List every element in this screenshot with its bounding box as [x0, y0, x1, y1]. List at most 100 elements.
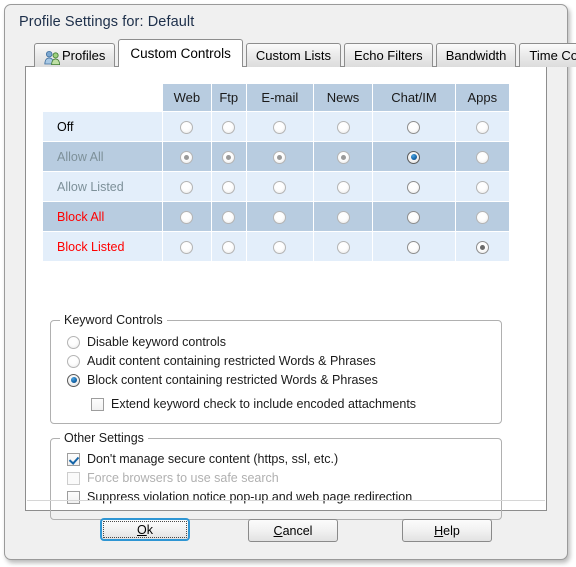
radio-button[interactable]: [273, 120, 287, 134]
matrix-row-label: Allow Listed: [42, 171, 163, 202]
matrix-cell-news[interactable]: [312, 111, 374, 142]
ok-button-label: Ok: [137, 522, 153, 537]
radio-button[interactable]: [475, 210, 489, 224]
matrix-cell-e-mail[interactable]: [245, 171, 314, 202]
keyword-option-2[interactable]: Block content containing restricted Word…: [67, 373, 378, 387]
help-button-label: Help: [434, 523, 460, 538]
radio-button[interactable]: [67, 373, 80, 387]
radio-button[interactable]: [336, 210, 350, 224]
ok-button[interactable]: Ok: [100, 518, 190, 541]
radio-button[interactable]: [336, 180, 350, 194]
checkbox[interactable]: [67, 452, 80, 466]
tab-panel-custom-controls: Web Ftp E-mail News Chat/IM Apps Off Allow All…: [25, 66, 547, 520]
matrix-cell-chat-im[interactable]: [372, 141, 456, 172]
tab-bandwidth[interactable]: Bandwidth: [435, 43, 517, 67]
keyword-controls-title: Keyword Controls: [60, 313, 167, 327]
matrix-cell-web[interactable]: [162, 231, 212, 262]
keyword-option-1[interactable]: Audit content containing restricted Word…: [67, 354, 376, 368]
radio-button[interactable]: [180, 150, 194, 164]
radio-button[interactable]: [222, 240, 236, 254]
radio-button[interactable]: [273, 150, 287, 164]
radio-button[interactable]: [180, 210, 194, 224]
matrix-cell-chat-im[interactable]: [372, 201, 456, 232]
matrix-cell-news[interactable]: [312, 231, 374, 262]
radio-button[interactable]: [407, 120, 421, 134]
matrix-cell-e-mail[interactable]: [245, 141, 314, 172]
matrix-cell-ftp[interactable]: [210, 201, 247, 232]
matrix-cell-chat-im[interactable]: [372, 111, 456, 142]
matrix-cell-e-mail[interactable]: [245, 111, 314, 142]
other-setting-0[interactable]: Don't manage secure content (https, ssl,…: [67, 452, 338, 466]
radio-button[interactable]: [222, 150, 236, 164]
tab-echo-filters[interactable]: Echo Filters: [344, 43, 433, 67]
radio-button[interactable]: [407, 240, 421, 254]
matrix-cell-e-mail[interactable]: [245, 231, 314, 262]
radio-button[interactable]: [180, 120, 194, 134]
matrix-cell-web[interactable]: [162, 141, 212, 172]
matrix-cell-ftp[interactable]: [210, 141, 247, 172]
radio-button[interactable]: [67, 335, 80, 349]
matrix-cell-web[interactable]: [162, 171, 212, 202]
radio-button[interactable]: [407, 210, 421, 224]
panel-divider: [27, 500, 545, 501]
option-label: Suppress violation notice pop-up and web…: [87, 490, 413, 504]
matrix-column-header: Chat/IM: [372, 83, 456, 112]
other-setting-2[interactable]: Suppress violation notice pop-up and web…: [67, 490, 412, 504]
tab-label: Profiles: [62, 47, 106, 63]
radio-button[interactable]: [273, 210, 287, 224]
radio-button[interactable]: [180, 180, 194, 194]
matrix-cell-chat-im[interactable]: [372, 171, 456, 202]
help-button[interactable]: Help: [402, 519, 492, 542]
matrix-cell-apps[interactable]: [454, 231, 511, 262]
tab-custom-controls[interactable]: Custom Controls: [118, 39, 243, 68]
matrix-cell-news[interactable]: [312, 171, 374, 202]
radio-button[interactable]: [336, 240, 350, 254]
matrix-body: Off Allow All Allow Listed Block All Block L…: [42, 111, 511, 262]
checkbox[interactable]: [91, 397, 104, 411]
keyword-option-0[interactable]: Disable keyword controls: [67, 335, 226, 349]
other-settings-group: Other Settings Don't manage secure conte…: [50, 431, 502, 520]
matrix-cell-e-mail[interactable]: [245, 201, 314, 232]
matrix-corner-cell: [42, 83, 163, 112]
radio-button[interactable]: [180, 240, 194, 254]
radio-button[interactable]: [407, 150, 421, 164]
radio-button[interactable]: [475, 120, 489, 134]
tab-profiles[interactable]: Profiles: [34, 43, 116, 67]
tab-custom-lists[interactable]: Custom Lists: [245, 43, 342, 67]
radio-button[interactable]: [475, 150, 489, 164]
matrix-cell-news[interactable]: [312, 141, 374, 172]
extend-keyword-check-option[interactable]: Extend keyword check to include encoded …: [91, 397, 416, 411]
matrix-row-label: Off: [42, 111, 163, 142]
option-label: Block content containing restricted Word…: [87, 373, 378, 387]
matrix-cell-web[interactable]: [162, 201, 212, 232]
tab-time-controls[interactable]: Time Controls: [519, 43, 576, 67]
radio-button[interactable]: [67, 354, 80, 368]
tab-label: Echo Filters: [354, 47, 423, 63]
matrix-cell-ftp[interactable]: [210, 171, 247, 202]
matrix-cell-web[interactable]: [162, 111, 212, 142]
matrix-cell-apps[interactable]: [454, 201, 511, 232]
radio-button[interactable]: [475, 240, 489, 254]
radio-button[interactable]: [222, 210, 236, 224]
radio-button[interactable]: [336, 120, 350, 134]
radio-button[interactable]: [475, 180, 489, 194]
matrix-cell-ftp[interactable]: [210, 111, 247, 142]
cancel-button[interactable]: Cancel: [248, 519, 338, 542]
radio-button[interactable]: [222, 180, 236, 194]
radio-button[interactable]: [407, 180, 421, 194]
matrix-cell-apps[interactable]: [454, 141, 511, 172]
checkbox[interactable]: [67, 490, 80, 504]
matrix-cell-apps[interactable]: [454, 111, 511, 142]
matrix-row: Block Listed: [42, 231, 511, 262]
matrix-row: Allow All: [42, 141, 511, 172]
matrix-cell-apps[interactable]: [454, 171, 511, 202]
matrix-cell-news[interactable]: [312, 201, 374, 232]
matrix-row-label: Allow All: [42, 141, 163, 172]
radio-button[interactable]: [273, 180, 287, 194]
radio-button[interactable]: [222, 120, 236, 134]
tab-strip: Profiles Custom Controls Custom Lists Echo …: [17, 39, 576, 68]
matrix-cell-chat-im[interactable]: [372, 231, 456, 262]
radio-button[interactable]: [336, 150, 350, 164]
matrix-cell-ftp[interactable]: [210, 231, 247, 262]
radio-button[interactable]: [273, 240, 287, 254]
